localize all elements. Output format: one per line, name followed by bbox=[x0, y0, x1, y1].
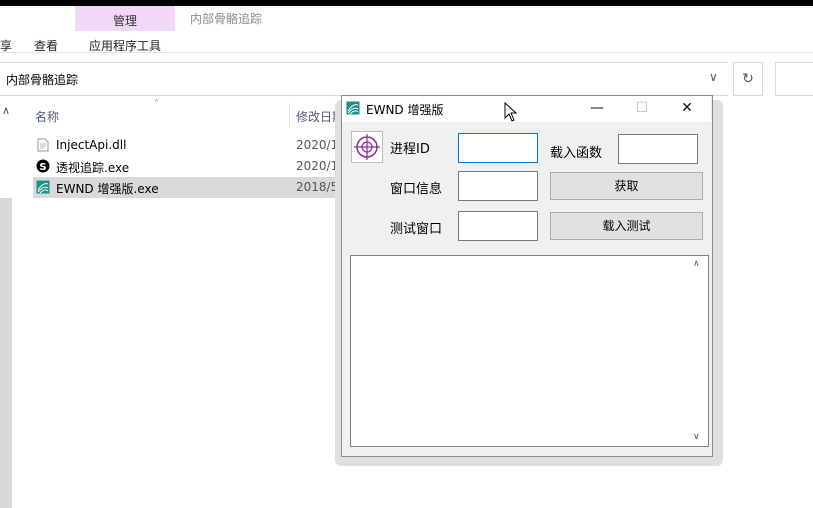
tab-view[interactable]: 查看 bbox=[34, 37, 58, 54]
mouse-cursor-icon bbox=[504, 102, 518, 122]
dialog-title: EWND 增强版 bbox=[366, 103, 444, 117]
output-textarea[interactable] bbox=[350, 255, 709, 447]
window-info-input[interactable] bbox=[458, 171, 538, 201]
scroll-up-icon[interactable]: ∧ bbox=[693, 259, 700, 269]
chevron-down-icon[interactable]: ∨ bbox=[709, 70, 718, 84]
dll-file-icon bbox=[37, 138, 49, 152]
tab-share[interactable]: 享 bbox=[0, 37, 12, 54]
svg-text:S: S bbox=[39, 162, 46, 173]
column-divider[interactable] bbox=[289, 103, 290, 127]
chevron-up-icon[interactable]: ∧ bbox=[2, 104, 10, 117]
process-id-label: 进程ID bbox=[390, 142, 430, 157]
file-name: InjectApi.dll bbox=[56, 138, 127, 152]
minimize-button[interactable]: — bbox=[574, 98, 620, 118]
load-function-label: 载入函数 bbox=[550, 146, 603, 161]
crosshair-icon bbox=[354, 134, 380, 160]
test-window-label: 测试窗口 bbox=[390, 222, 443, 237]
ewnd-app-icon bbox=[36, 180, 50, 194]
process-id-input[interactable] bbox=[458, 133, 538, 163]
sort-ascending-icon: ˄ bbox=[154, 99, 159, 110]
file-name: EWND 增强版.exe bbox=[56, 182, 159, 196]
maximize-button[interactable]: ☐ bbox=[619, 98, 665, 118]
scrollbar[interactable] bbox=[0, 198, 12, 508]
scroll-down-icon[interactable]: ∨ bbox=[693, 432, 700, 442]
load-function-input[interactable] bbox=[618, 134, 698, 164]
address-path[interactable]: 内部骨骼追踪 bbox=[6, 71, 78, 88]
test-window-input[interactable] bbox=[458, 211, 538, 241]
search-input[interactable] bbox=[775, 62, 813, 96]
crosshair-target-button[interactable] bbox=[351, 131, 383, 163]
window-info-label: 窗口信息 bbox=[390, 182, 443, 197]
window-title-path: 内部骨骼追踪 bbox=[190, 12, 263, 26]
column-header-name[interactable]: 名称 bbox=[35, 108, 59, 125]
close-button[interactable]: ✕ bbox=[664, 98, 710, 118]
load-test-button[interactable]: 载入测试 bbox=[550, 212, 703, 240]
manage-tab[interactable]: 管理 bbox=[75, 12, 175, 29]
tab-app-tools[interactable]: 应用程序工具 bbox=[89, 37, 161, 54]
get-button[interactable]: 获取 bbox=[550, 172, 703, 200]
skype-app-icon: S bbox=[36, 159, 50, 173]
address-bar[interactable] bbox=[0, 62, 728, 96]
ewnd-logo-icon bbox=[346, 101, 360, 115]
file-name: 透视追踪.exe bbox=[56, 161, 130, 175]
refresh-icon[interactable]: ↻ bbox=[733, 62, 763, 96]
